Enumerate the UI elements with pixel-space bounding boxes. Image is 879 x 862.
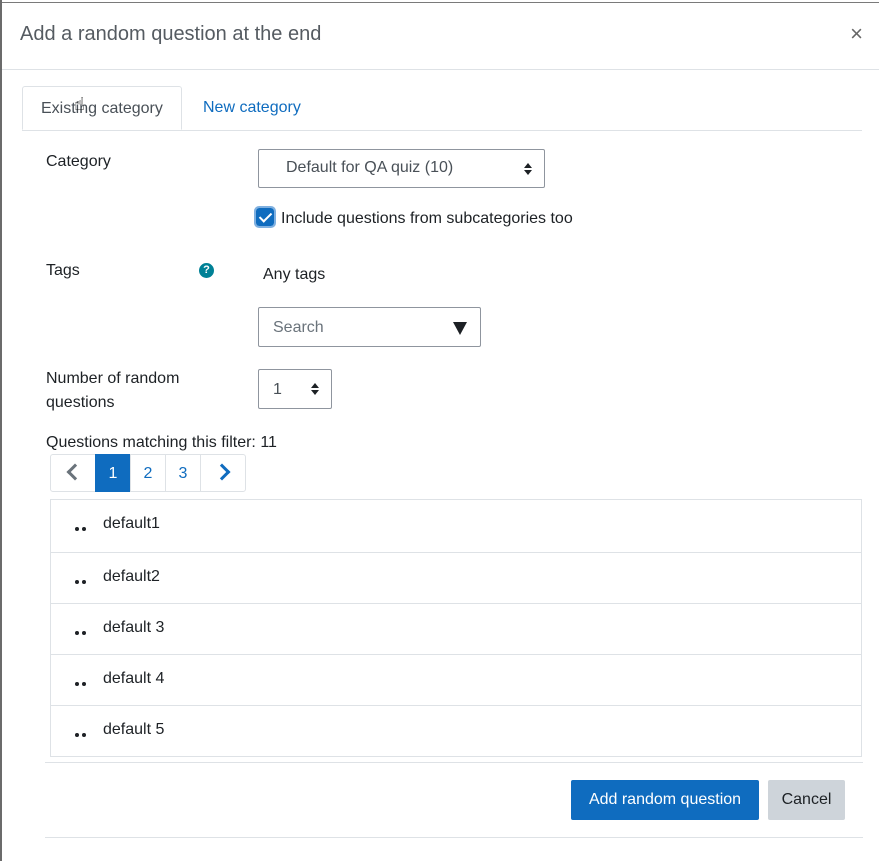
tab-existing-category[interactable]: Existing category bbox=[22, 86, 182, 130]
bullet-icon bbox=[75, 523, 89, 534]
matching-count: Questions matching this filter: 11 bbox=[46, 434, 277, 451]
help-icon[interactable]: ? bbox=[199, 263, 214, 278]
select-arrows-icon bbox=[311, 383, 319, 395]
number-select-value: 1 bbox=[273, 381, 282, 398]
tags-label: Tags bbox=[46, 262, 80, 279]
page-2-button[interactable]: 2 bbox=[130, 454, 166, 492]
question-name: default1 bbox=[103, 515, 160, 532]
bullet-icon bbox=[75, 576, 89, 587]
tags-value: Any tags bbox=[263, 266, 326, 283]
dropdown-triangle-icon[interactable] bbox=[453, 322, 467, 335]
number-select[interactable]: 1 bbox=[258, 369, 332, 409]
page-3-button[interactable]: 3 bbox=[165, 454, 201, 492]
list-item: default1 bbox=[51, 500, 861, 552]
list-item: default 5 bbox=[51, 705, 861, 756]
include-subcategories-label: Include questions from subcategories too bbox=[281, 210, 573, 227]
question-name: default 4 bbox=[103, 670, 165, 687]
bullet-icon bbox=[75, 678, 89, 689]
search-placeholder: Search bbox=[273, 319, 324, 336]
hand-cursor-icon: ☝ bbox=[74, 94, 85, 114]
select-arrows-icon bbox=[524, 163, 532, 175]
question-list: default1 default2 default 3 default 4 de… bbox=[50, 499, 862, 757]
pagination: 1 2 3 bbox=[50, 454, 246, 494]
question-name: default2 bbox=[103, 568, 160, 585]
dialog-title: Add a random question at the end bbox=[20, 23, 322, 45]
category-label: Category bbox=[46, 153, 111, 170]
bullet-icon bbox=[75, 627, 89, 638]
chevron-right-icon bbox=[213, 463, 230, 481]
list-item: default 3 bbox=[51, 603, 861, 654]
question-name: default 5 bbox=[103, 721, 165, 738]
include-subcategories-checkbox[interactable] bbox=[254, 206, 276, 228]
chevron-left-icon bbox=[66, 463, 83, 481]
page-1-button[interactable]: 1 bbox=[95, 454, 131, 492]
category-select-value: Default for QA quiz (10) bbox=[286, 159, 454, 176]
list-item: default2 bbox=[51, 552, 861, 603]
number-of-random-questions-label: Number of random questions bbox=[46, 370, 180, 411]
divider bbox=[45, 837, 863, 838]
next-page-button[interactable] bbox=[200, 454, 246, 492]
tags-search-input[interactable]: Search bbox=[258, 307, 481, 347]
cancel-button[interactable]: Cancel bbox=[768, 780, 845, 820]
question-name: default 3 bbox=[103, 619, 165, 636]
list-item: default 4 bbox=[51, 654, 861, 705]
tab-new-category[interactable]: New category bbox=[185, 86, 319, 130]
divider bbox=[45, 762, 863, 763]
previous-page-button[interactable] bbox=[50, 454, 96, 492]
bullet-icon bbox=[75, 729, 89, 740]
category-select[interactable]: Default for QA quiz (10) bbox=[258, 149, 545, 188]
close-icon[interactable]: × bbox=[850, 23, 863, 45]
dialog-header: Add a random question at the end × bbox=[2, 3, 879, 70]
add-random-question-button[interactable]: Add random question bbox=[571, 780, 759, 820]
category-tabs: Existing category New category bbox=[22, 86, 862, 131]
